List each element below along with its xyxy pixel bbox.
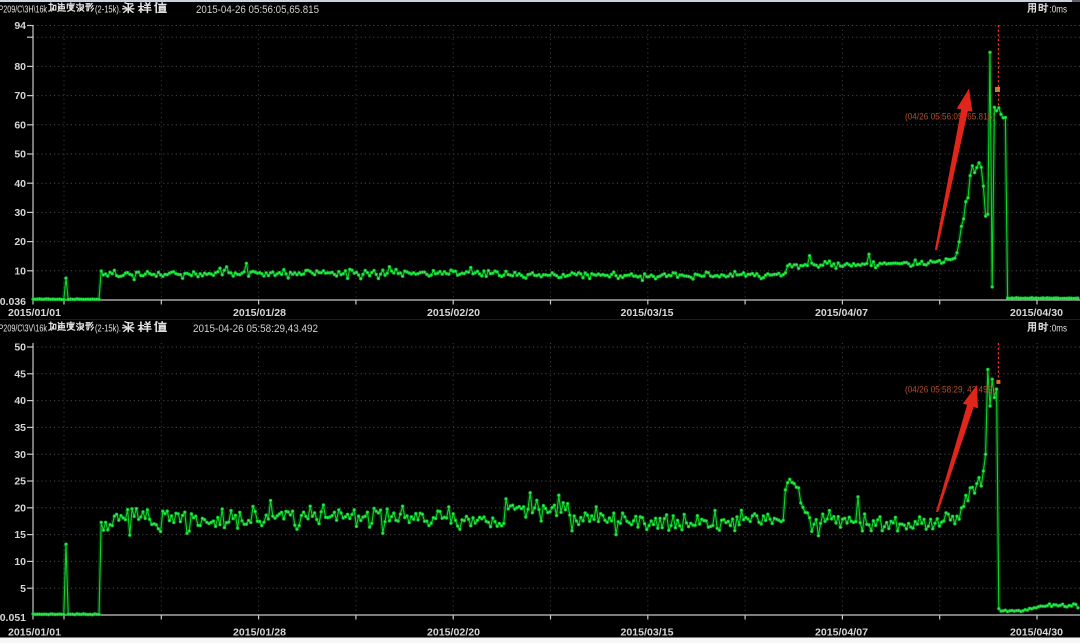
svg-text:(2-15k).: (2-15k). — [95, 4, 121, 16]
svg-text:45: 45 — [14, 368, 26, 380]
svg-text:5: 5 — [20, 583, 26, 595]
svg-text:40: 40 — [14, 178, 26, 190]
svg-text:(04/26 05:58:29, 43.492): (04/26 05:58:29, 43.492) — [905, 385, 995, 396]
svg-text:30: 30 — [14, 207, 26, 219]
svg-text:P209/C\3V\16k: P209/C\3V\16k — [0, 323, 48, 335]
svg-text:80: 80 — [14, 61, 26, 73]
svg-text:10: 10 — [14, 265, 26, 277]
svg-text:2015/04/30: 2015/04/30 — [1010, 628, 1063, 639]
svg-text:2015-04-26 05:56:05,65.815: 2015-04-26 05:56:05,65.815 — [196, 4, 319, 16]
svg-text:2015/04/07: 2015/04/07 — [815, 628, 868, 639]
svg-text:50: 50 — [14, 149, 26, 161]
svg-text:70: 70 — [14, 90, 26, 102]
svg-text:0.036: 0.036 — [0, 296, 26, 308]
svg-text:2015/04/07: 2015/04/07 — [815, 308, 868, 319]
svg-text:2015/01/01: 2015/01/01 — [8, 308, 61, 319]
svg-text:(04/26 05:56:05, 65.815): (04/26 05:56:05, 65.815) — [905, 112, 995, 123]
svg-text:25: 25 — [14, 476, 26, 488]
svg-text:94: 94 — [14, 20, 26, 32]
svg-text:0.051: 0.051 — [0, 612, 26, 624]
svg-text:20: 20 — [14, 502, 26, 514]
svg-text:2015/01/28: 2015/01/28 — [233, 628, 286, 639]
svg-text:30: 30 — [14, 449, 26, 461]
svg-text:2015/03/15: 2015/03/15 — [621, 628, 674, 639]
svg-text:2015-04-26 05:58:29,43.492: 2015-04-26 05:58:29,43.492 — [193, 323, 318, 335]
svg-text:2015/02/20: 2015/02/20 — [427, 308, 480, 319]
svg-text:2015/04/30: 2015/04/30 — [1010, 308, 1063, 319]
svg-text:2015/01/28: 2015/01/28 — [233, 308, 286, 319]
svg-text:2015/01/01: 2015/01/01 — [8, 628, 61, 639]
svg-text::0ms: :0ms — [1050, 323, 1068, 335]
svg-text::0ms: :0ms — [1050, 4, 1068, 16]
svg-text:20: 20 — [14, 236, 26, 248]
svg-text:2015/03/15: 2015/03/15 — [621, 308, 674, 319]
svg-text:15: 15 — [14, 529, 26, 541]
svg-text:2015/02/20: 2015/02/20 — [427, 628, 480, 639]
svg-text:60: 60 — [14, 119, 26, 131]
svg-text:50: 50 — [14, 342, 26, 354]
svg-text:35: 35 — [14, 422, 26, 434]
svg-text:40: 40 — [14, 395, 26, 407]
svg-text:P209/C\3H\16k: P209/C\3H\16k — [0, 4, 48, 16]
svg-text:10: 10 — [14, 556, 26, 568]
svg-text:(2-15k).: (2-15k). — [95, 323, 121, 335]
